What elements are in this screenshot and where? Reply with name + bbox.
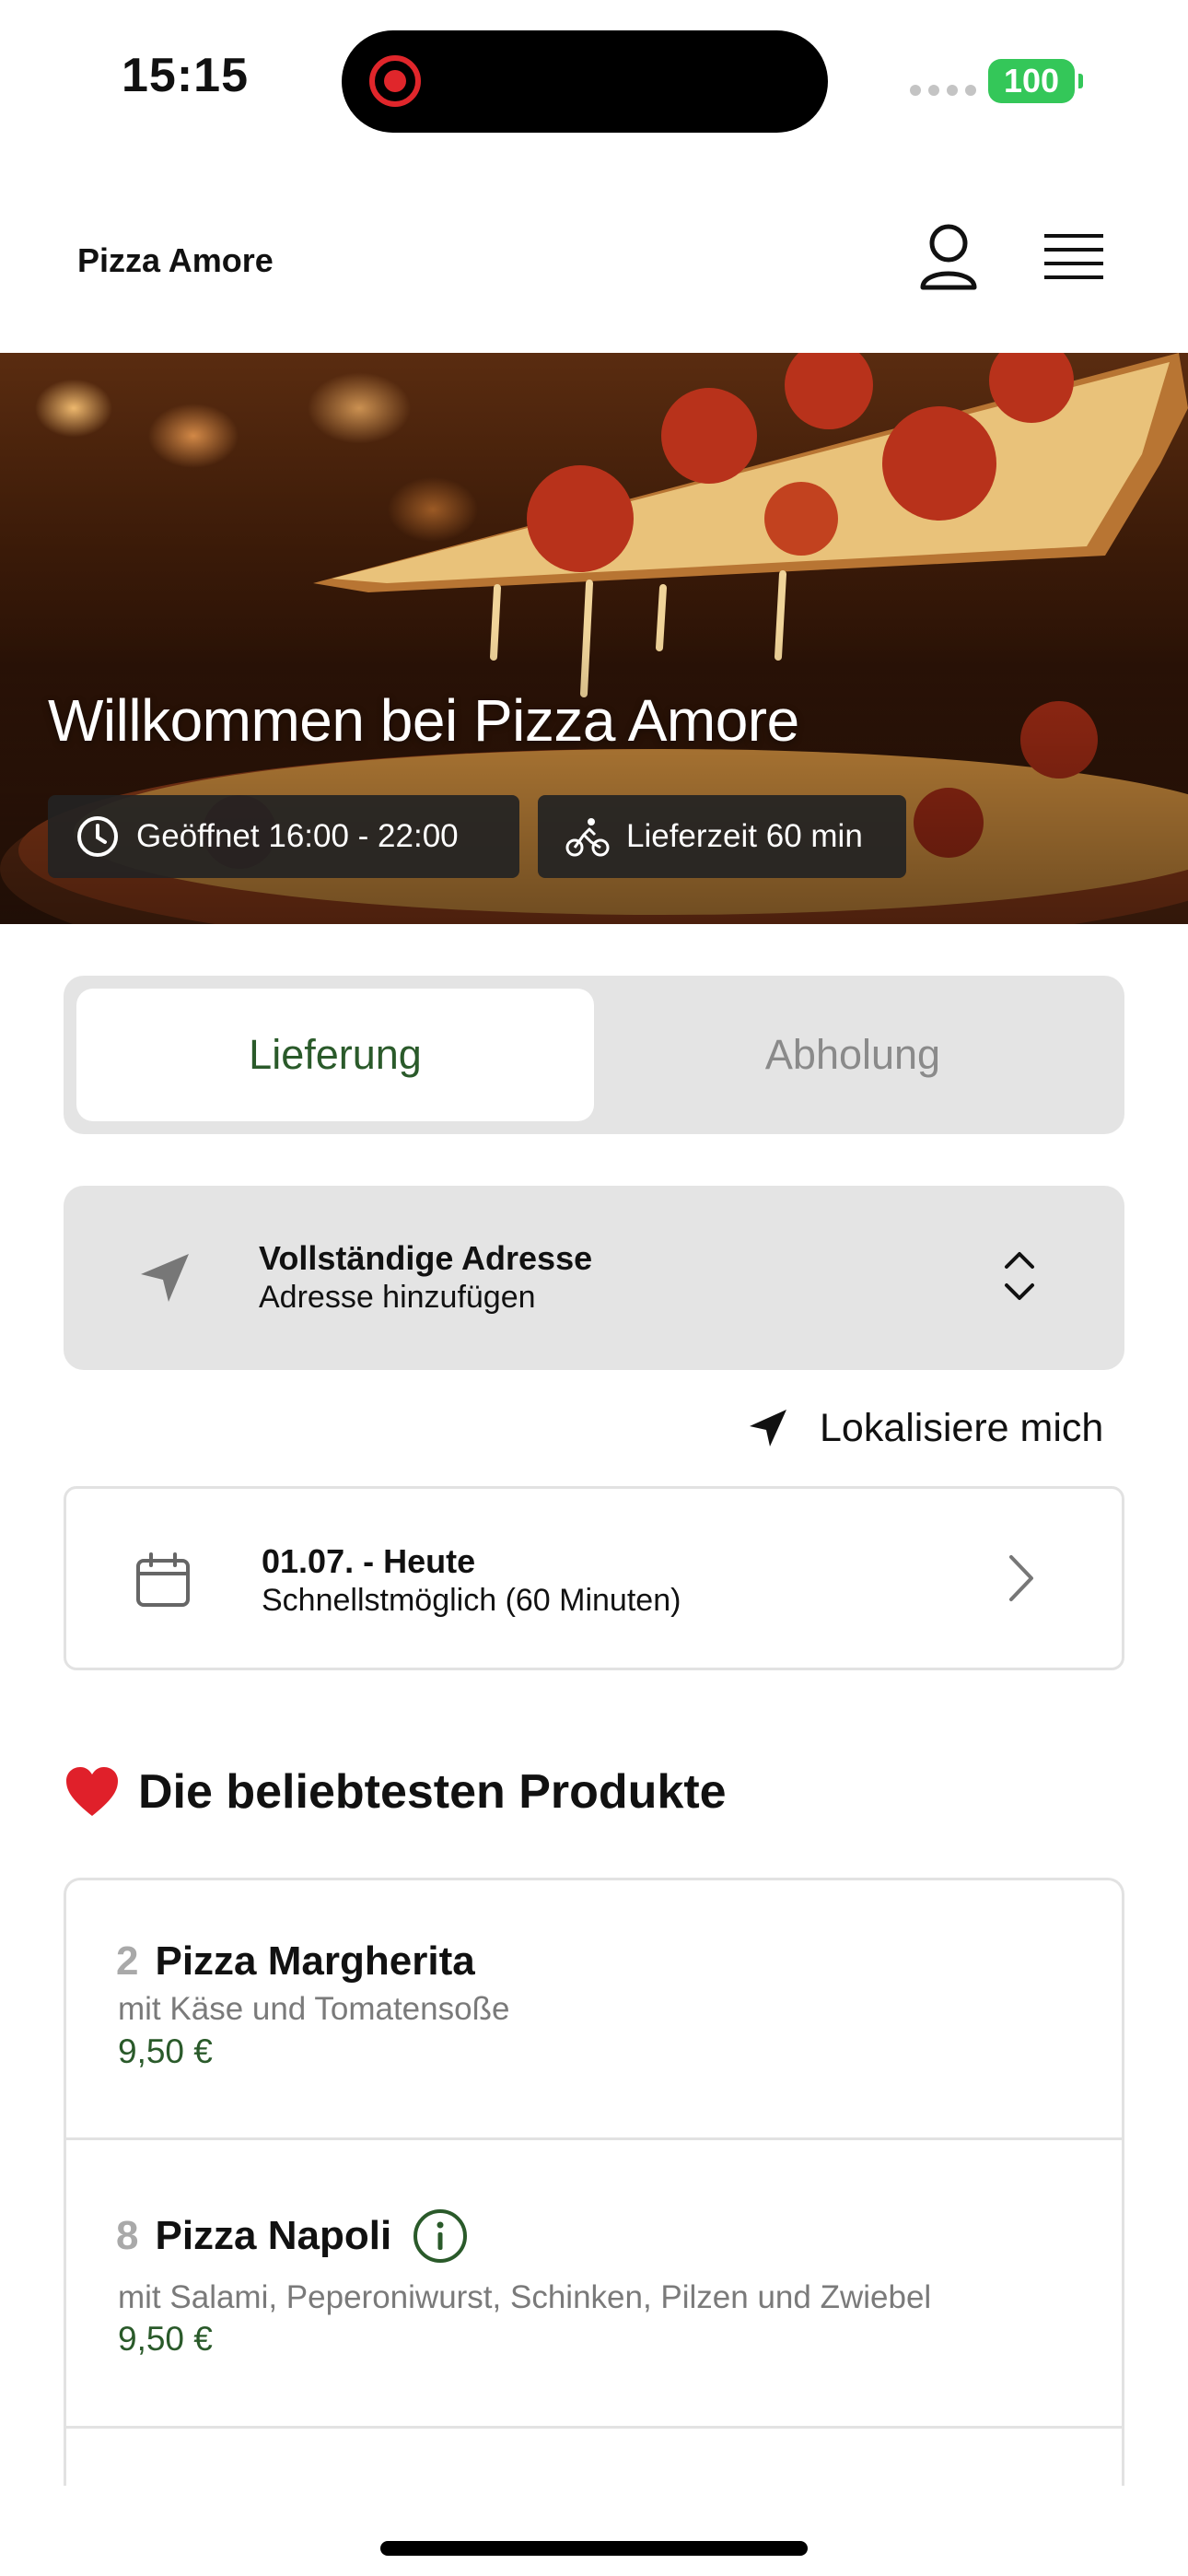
product-name: Pizza Napoli [155, 2213, 392, 2258]
date-subtitle: Schnellstmöglich (60 Minuten) [262, 1583, 681, 1618]
opening-hours-text: Geöffnet 16:00 - 22:00 [136, 818, 459, 854]
order-mode-toggle: Lieferung Abholung [64, 976, 1124, 1134]
profile-button[interactable] [915, 221, 982, 295]
locate-me-label: Lokalisiere mich [820, 1405, 1104, 1450]
tab-pickup[interactable]: Abholung [594, 989, 1112, 1121]
opening-hours-badge: Geöffnet 16:00 - 22:00 [48, 795, 519, 878]
brand-name[interactable]: Pizza Amore [77, 241, 274, 280]
chevron-right-icon [1009, 1555, 1033, 1601]
date-title: 01.07. - Heute [262, 1542, 476, 1580]
info-icon[interactable] [412, 2207, 469, 2265]
clock-icon [77, 816, 118, 857]
product-price: 9,50 € [118, 2320, 213, 2358]
hero-title: Willkommen bei Pizza Amore [48, 687, 799, 754]
address-title: Vollständige Adresse [259, 1239, 593, 1277]
navigation-arrow-icon [141, 1254, 189, 1302]
date-selector[interactable]: 01.07. - Heute Schnellstmöglich (60 Minu… [64, 1486, 1124, 1670]
location-arrow-icon [750, 1410, 786, 1446]
cyclist-icon [565, 818, 610, 857]
signal-icon [910, 85, 976, 96]
popular-products-heading: Die beliebtesten Produkte [64, 1764, 727, 1820]
address-subtitle: Adresse hinzufügen [259, 1280, 536, 1315]
battery-icon: 100 [988, 59, 1083, 103]
app-header: Pizza Amore [0, 157, 1188, 353]
user-icon [920, 224, 977, 290]
product-price: 9,50 € [118, 2032, 213, 2070]
dynamic-island [342, 30, 828, 133]
battery-level: 100 [1003, 62, 1060, 100]
product-description: mit Salami, Peperoniwurst, Schinken, Pil… [118, 2279, 932, 2315]
delivery-time-badge: Lieferzeit 60 min [538, 795, 906, 878]
calendar-icon [136, 1552, 190, 1607]
chevron-up-down-icon [1005, 1252, 1034, 1300]
product-name: Pizza Margherita [155, 1938, 475, 1984]
home-indicator[interactable] [380, 2541, 808, 2556]
product-header: 2 Pizza Margherita [116, 1938, 475, 1985]
popular-products-title: Die beliebtesten Produkte [138, 1765, 727, 1819]
status-time: 15:15 [122, 49, 249, 102]
delivery-time-text: Lieferzeit 60 min [626, 818, 863, 854]
locate-me-button[interactable]: Lokalisiere mich [748, 1400, 1103, 1456]
product-header: 8 Pizza Napoli [116, 2207, 469, 2265]
product-number: 8 [116, 2213, 139, 2258]
hero-banner: Willkommen bei Pizza Amore Geöffnet 16:0… [0, 353, 1188, 924]
status-bar: 15:15 100 [0, 0, 1188, 157]
heart-icon [66, 1767, 118, 1816]
product-number: 2 [116, 1938, 139, 1984]
menu-button[interactable] [1042, 230, 1105, 286]
hamburger-menu-icon [1044, 234, 1103, 279]
address-selector[interactable]: Vollständige Adresse Adresse hinzufügen [64, 1186, 1124, 1370]
tab-delivery[interactable]: Lieferung [76, 989, 594, 1121]
recording-icon [369, 55, 421, 107]
product-description: mit Käse und Tomatensoße [118, 1991, 510, 2027]
